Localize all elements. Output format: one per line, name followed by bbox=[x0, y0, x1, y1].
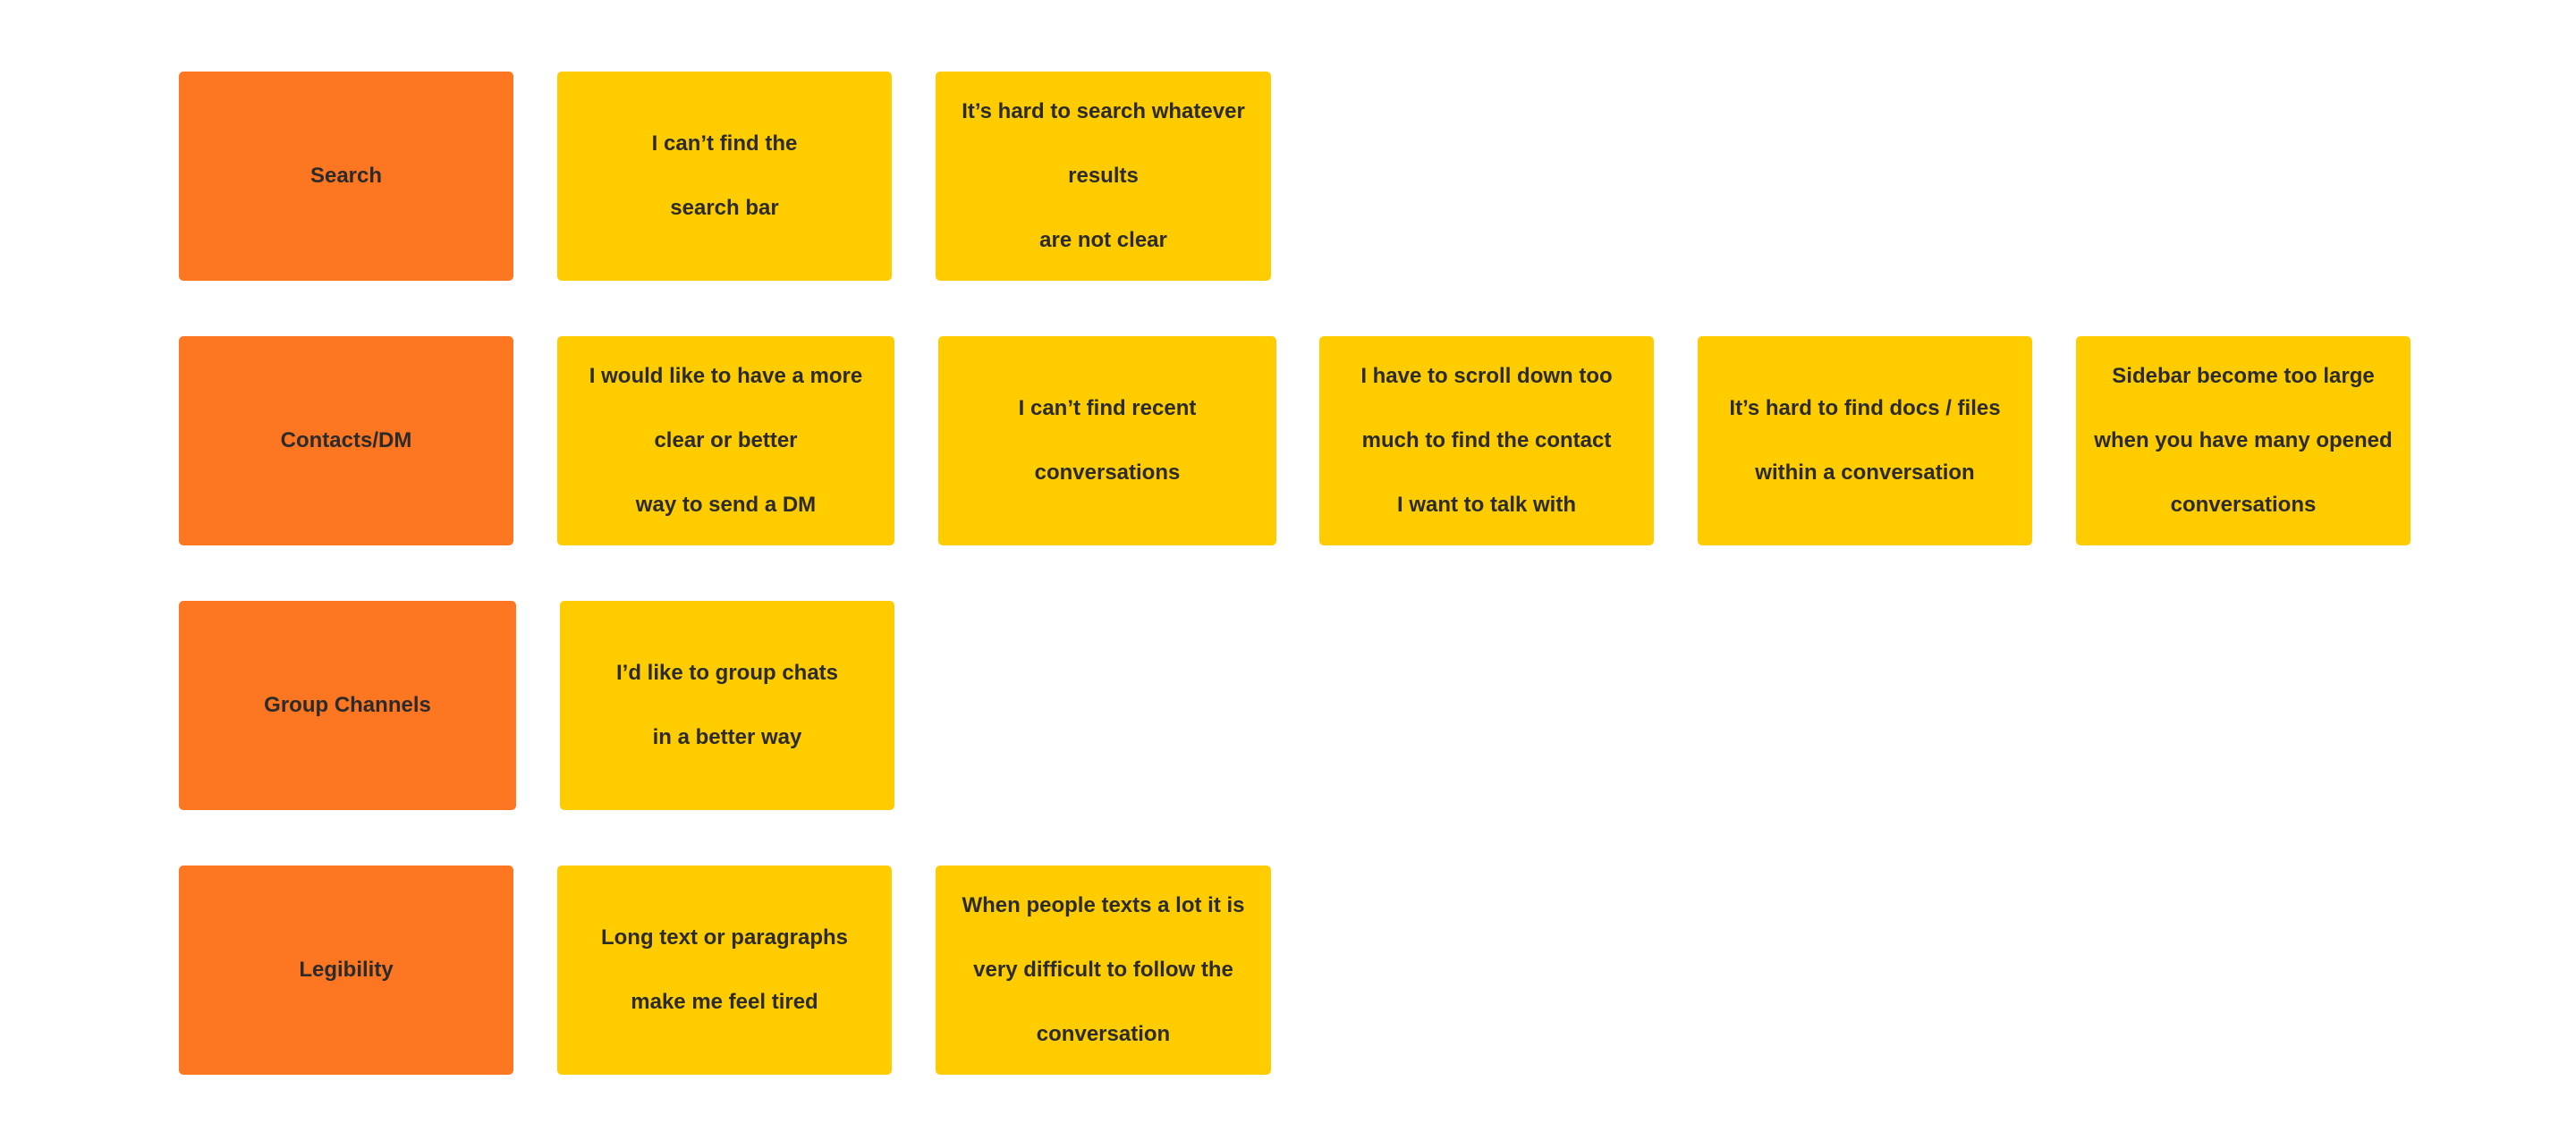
category-label: Group Channels bbox=[264, 693, 431, 717]
category-note-legibility[interactable]: Legibility bbox=[179, 866, 513, 1075]
sticky-note-text: It’s hard to search whatever results are… bbox=[962, 99, 1245, 252]
sticky-note[interactable]: I would like to have a more clear or bet… bbox=[557, 336, 894, 545]
sticky-note[interactable]: I have to scroll down too much to find t… bbox=[1319, 336, 1654, 545]
sticky-note-text: I’d like to group chats in a better way bbox=[615, 661, 839, 749]
sticky-note[interactable]: Sidebar become too large when you have m… bbox=[2076, 336, 2411, 545]
category-label: Legibility bbox=[299, 958, 394, 982]
sticky-note[interactable]: Long text or paragraphs make me feel tir… bbox=[557, 866, 892, 1075]
sticky-note-text: Sidebar become too large when you have m… bbox=[2094, 364, 2393, 517]
sticky-note[interactable]: It’s hard to find docs / files within a … bbox=[1698, 336, 2032, 545]
sticky-note[interactable]: I’d like to group chats in a better way bbox=[560, 601, 894, 810]
sticky-note-text: I have to scroll down too much to find t… bbox=[1360, 364, 1613, 517]
sticky-note-text: I would like to have a more clear or bet… bbox=[589, 364, 863, 517]
sticky-note-text: It’s hard to find docs / files within a … bbox=[1729, 396, 2001, 485]
category-note-search[interactable]: Search bbox=[179, 72, 513, 281]
sticky-note[interactable]: I can’t find the search bar bbox=[557, 72, 892, 281]
sticky-note-text: When people texts a lot it is very diffi… bbox=[962, 893, 1245, 1046]
sticky-note-text: I can’t find the search bar bbox=[651, 131, 798, 220]
category-label: Contacts/DM bbox=[280, 428, 412, 452]
sticky-note[interactable]: I can’t find recent conversations bbox=[938, 336, 1276, 545]
sticky-note-text: I can’t find recent conversations bbox=[1018, 396, 1197, 485]
sticky-note[interactable]: When people texts a lot it is very diffi… bbox=[936, 866, 1271, 1075]
whiteboard-canvas: Search I can’t find the search bar It’s … bbox=[0, 0, 2576, 1140]
sticky-note[interactable]: It’s hard to search whatever results are… bbox=[936, 72, 1271, 281]
category-label: Search bbox=[309, 164, 383, 188]
category-note-group-channels[interactable]: Group Channels bbox=[179, 601, 516, 810]
category-note-contacts-dm[interactable]: Contacts/DM bbox=[179, 336, 513, 545]
sticky-note-text: Long text or paragraphs make me feel tir… bbox=[600, 925, 849, 1014]
